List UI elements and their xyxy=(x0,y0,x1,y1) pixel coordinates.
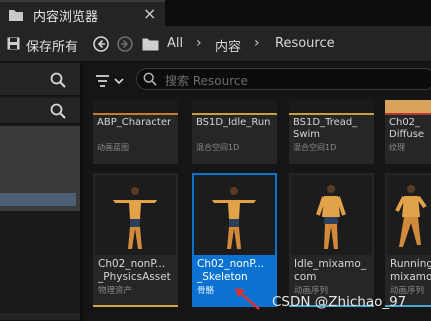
search-icon[interactable] xyxy=(50,103,66,119)
asset-tile-bs1d-idle-run[interactable]: BS1D_Idle_Run 混合空间1D xyxy=(192,100,277,164)
chevron-right-icon: › xyxy=(254,35,260,51)
breadcrumb-content[interactable]: 内容 xyxy=(215,36,241,55)
character-thumbnail-icon xyxy=(113,187,157,249)
save-icon[interactable] xyxy=(7,37,20,50)
asset-name: Ch02_ xyxy=(389,117,421,128)
asset-name-line2: com xyxy=(294,271,317,283)
asset-tile-ch02-physics-asset[interactable]: Ch02_nonP... _PhysicsAsset 物理资产 xyxy=(93,173,178,307)
chevron-right-icon: › xyxy=(196,35,202,51)
folder-tree-selected-row[interactable] xyxy=(0,193,76,206)
collections-header xyxy=(0,98,80,124)
asset-type-label: 混合空间1D xyxy=(293,143,337,152)
search-input[interactable]: 搜索 Resource xyxy=(136,68,431,90)
asset-name: Ch02_nonP... xyxy=(98,258,166,270)
asset-name-line2: Diffuse xyxy=(389,129,425,140)
footer-bar xyxy=(0,313,80,321)
asset-thumbnail xyxy=(93,100,178,114)
tab-content-browser[interactable]: 内容浏览器 × xyxy=(0,0,165,26)
asset-type-underline xyxy=(93,305,178,307)
asset-type-underline xyxy=(93,113,178,115)
character-thumbnail-icon xyxy=(395,185,427,247)
asset-view: 搜索 Resource ABP_Character 动画蓝图 BS1D_Idle… xyxy=(83,63,431,321)
folder-icon[interactable] xyxy=(142,37,159,51)
asset-type-underline xyxy=(385,113,431,115)
asset-name: Running xyxy=(390,258,431,270)
asset-name: Idle_mixamo_ xyxy=(294,258,367,270)
asset-thumbnail xyxy=(387,175,431,255)
asset-thumbnail xyxy=(95,175,176,255)
asset-name: BS1D_Tread_ xyxy=(293,117,358,128)
search-placeholder: 搜索 Resource xyxy=(165,74,248,88)
asset-type-label: 纹理 xyxy=(389,143,405,152)
forward-icon[interactable] xyxy=(117,36,133,52)
annotation-arrow-icon xyxy=(235,288,260,310)
asset-tile-abp-character[interactable]: ABP_Character 动画蓝图 xyxy=(93,100,178,164)
tab-bar: 内容浏览器 × xyxy=(0,0,431,26)
asset-thumbnail xyxy=(192,100,277,114)
save-all-button[interactable]: 保存所有 xyxy=(26,36,78,55)
asset-type-label: 物理资产 xyxy=(98,286,133,296)
asset-type-label: 骨骼 xyxy=(197,286,215,296)
asset-name-line2: mixamo_ xyxy=(390,271,431,283)
asset-tile-ch02-diffuse[interactable]: Ch02_ Diffuse 纹理 xyxy=(385,100,431,164)
character-thumbnail-icon xyxy=(212,187,256,249)
asset-name-line2: Swim xyxy=(293,129,321,140)
close-icon[interactable]: × xyxy=(143,4,156,23)
asset-tile-running-mixamo[interactable]: Running mixamo_ 动画序列 xyxy=(385,173,431,307)
asset-type-underline xyxy=(289,113,374,115)
search-icon xyxy=(143,72,157,86)
asset-thumbnail xyxy=(194,175,275,255)
asset-thumbnail xyxy=(289,100,374,114)
asset-name: Ch02_nonP... xyxy=(197,258,265,270)
sources-panel xyxy=(0,63,80,321)
search-icon[interactable] xyxy=(50,72,66,88)
folder-tree[interactable] xyxy=(0,126,80,211)
character-thumbnail-icon xyxy=(316,185,346,249)
asset-name: ABP_Character xyxy=(97,117,172,128)
filter-icon[interactable] xyxy=(95,72,125,90)
asset-tile-bs1d-tread-swim[interactable]: BS1D_Tread_ Swim 混合空间1D xyxy=(289,100,374,164)
back-icon[interactable] xyxy=(93,36,109,52)
asset-type-label: 混合空间1D xyxy=(196,143,240,152)
breadcrumb-all[interactable]: All xyxy=(167,36,183,51)
asset-thumbnail xyxy=(385,100,431,114)
watermark: CSDN @Zhichao_97 xyxy=(272,294,407,310)
asset-name-line2: _Skeleton xyxy=(197,271,248,283)
sources-header xyxy=(0,63,80,96)
breadcrumb-resource[interactable]: Resource xyxy=(275,36,335,51)
folder-icon xyxy=(9,10,23,21)
asset-name: BS1D_Idle_Run xyxy=(196,117,271,128)
toolbar: 保存所有 All › 内容 › Resource xyxy=(0,26,431,62)
asset-type-label: 动画蓝图 xyxy=(97,143,129,152)
asset-thumbnail xyxy=(291,175,372,255)
asset-name-line2: _PhysicsAsset xyxy=(98,271,171,283)
tab-title: 内容浏览器 xyxy=(33,10,99,25)
asset-type-underline xyxy=(192,113,277,115)
asset-tile-idle-mixamo[interactable]: Idle_mixamo_ com 动画序列 xyxy=(289,173,374,307)
